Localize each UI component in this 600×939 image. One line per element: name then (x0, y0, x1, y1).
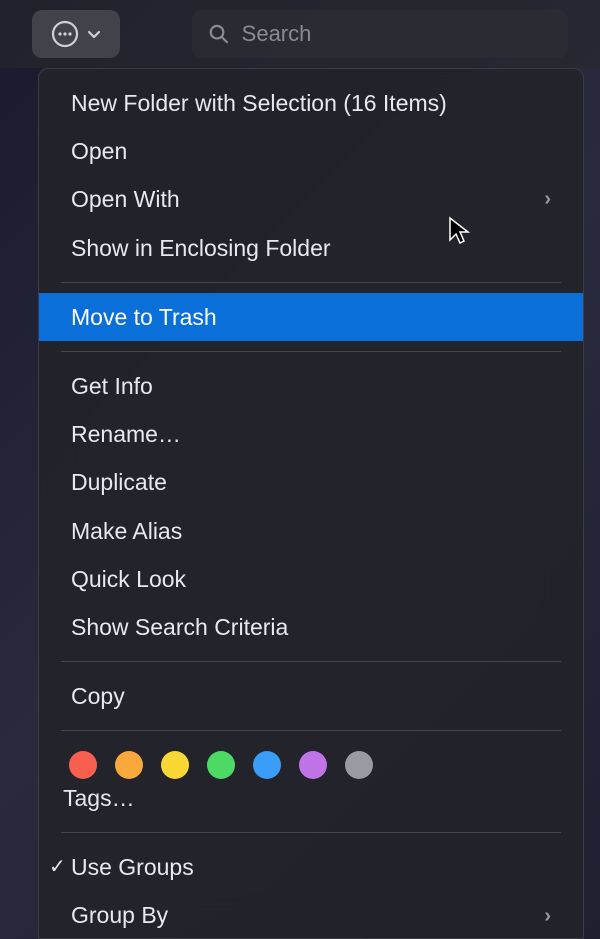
chevron-right-icon: › (544, 902, 551, 930)
menu-item-show-in-enclosing-folder[interactable]: Show in Enclosing Folder (39, 224, 583, 272)
menu-item-label: Make Alias (71, 515, 182, 547)
menu-item-group-by[interactable]: Group By › (39, 891, 583, 939)
menu-item-show-search-criteria[interactable]: Show Search Criteria (39, 603, 583, 651)
chevron-down-icon (86, 26, 102, 42)
menu-item-open[interactable]: Open (39, 127, 583, 175)
menu-divider (61, 351, 561, 352)
menu-item-label: Show in Enclosing Folder (71, 232, 331, 264)
tag-gray[interactable] (345, 751, 373, 779)
menu-item-label: Duplicate (71, 466, 167, 498)
tag-yellow[interactable] (161, 751, 189, 779)
menu-item-copy[interactable]: Copy (39, 672, 583, 720)
menu-item-label: Tags… (63, 785, 135, 811)
search-box[interactable] (192, 10, 568, 58)
menu-item-label: Move to Trash (71, 301, 217, 333)
menu-item-get-info[interactable]: Get Info (39, 362, 583, 410)
menu-divider (61, 282, 561, 283)
tags-color-row (39, 741, 583, 781)
menu-item-label: Copy (71, 680, 125, 712)
menu-item-label: New Folder with Selection (16 Items) (71, 87, 447, 119)
toolbar (0, 0, 600, 68)
menu-item-move-to-trash[interactable]: Move to Trash (39, 293, 583, 341)
tag-orange[interactable] (115, 751, 143, 779)
more-actions-button[interactable] (32, 10, 120, 58)
menu-item-use-groups[interactable]: ✓ Use Groups (39, 843, 583, 891)
menu-item-tags[interactable]: Tags… (39, 781, 583, 822)
tag-purple[interactable] (299, 751, 327, 779)
menu-item-make-alias[interactable]: Make Alias (39, 507, 583, 555)
menu-item-duplicate[interactable]: Duplicate (39, 458, 583, 506)
menu-item-label: Quick Look (71, 563, 186, 595)
tag-green[interactable] (207, 751, 235, 779)
search-input[interactable] (242, 21, 552, 47)
menu-divider (61, 832, 561, 833)
menu-item-label: Use Groups (71, 851, 194, 883)
menu-item-label: Group By (71, 899, 168, 931)
menu-divider (61, 661, 561, 662)
menu-item-quick-look[interactable]: Quick Look (39, 555, 583, 603)
menu-item-label: Rename… (71, 418, 181, 450)
menu-item-label: Get Info (71, 370, 153, 402)
menu-item-open-with[interactable]: Open With › (39, 175, 583, 223)
search-icon (208, 22, 230, 46)
tag-blue[interactable] (253, 751, 281, 779)
menu-item-label: Open (71, 135, 127, 167)
tag-red[interactable] (69, 751, 97, 779)
check-icon: ✓ (49, 853, 66, 881)
more-circle-icon (50, 19, 80, 49)
menu-item-label: Show Search Criteria (71, 611, 288, 643)
menu-divider (61, 730, 561, 731)
menu-item-label: Open With (71, 183, 180, 215)
menu-item-rename[interactable]: Rename… (39, 410, 583, 458)
menu-item-new-folder-with-selection[interactable]: New Folder with Selection (16 Items) (39, 79, 583, 127)
context-menu: New Folder with Selection (16 Items) Ope… (38, 68, 584, 939)
chevron-right-icon: › (544, 185, 551, 213)
